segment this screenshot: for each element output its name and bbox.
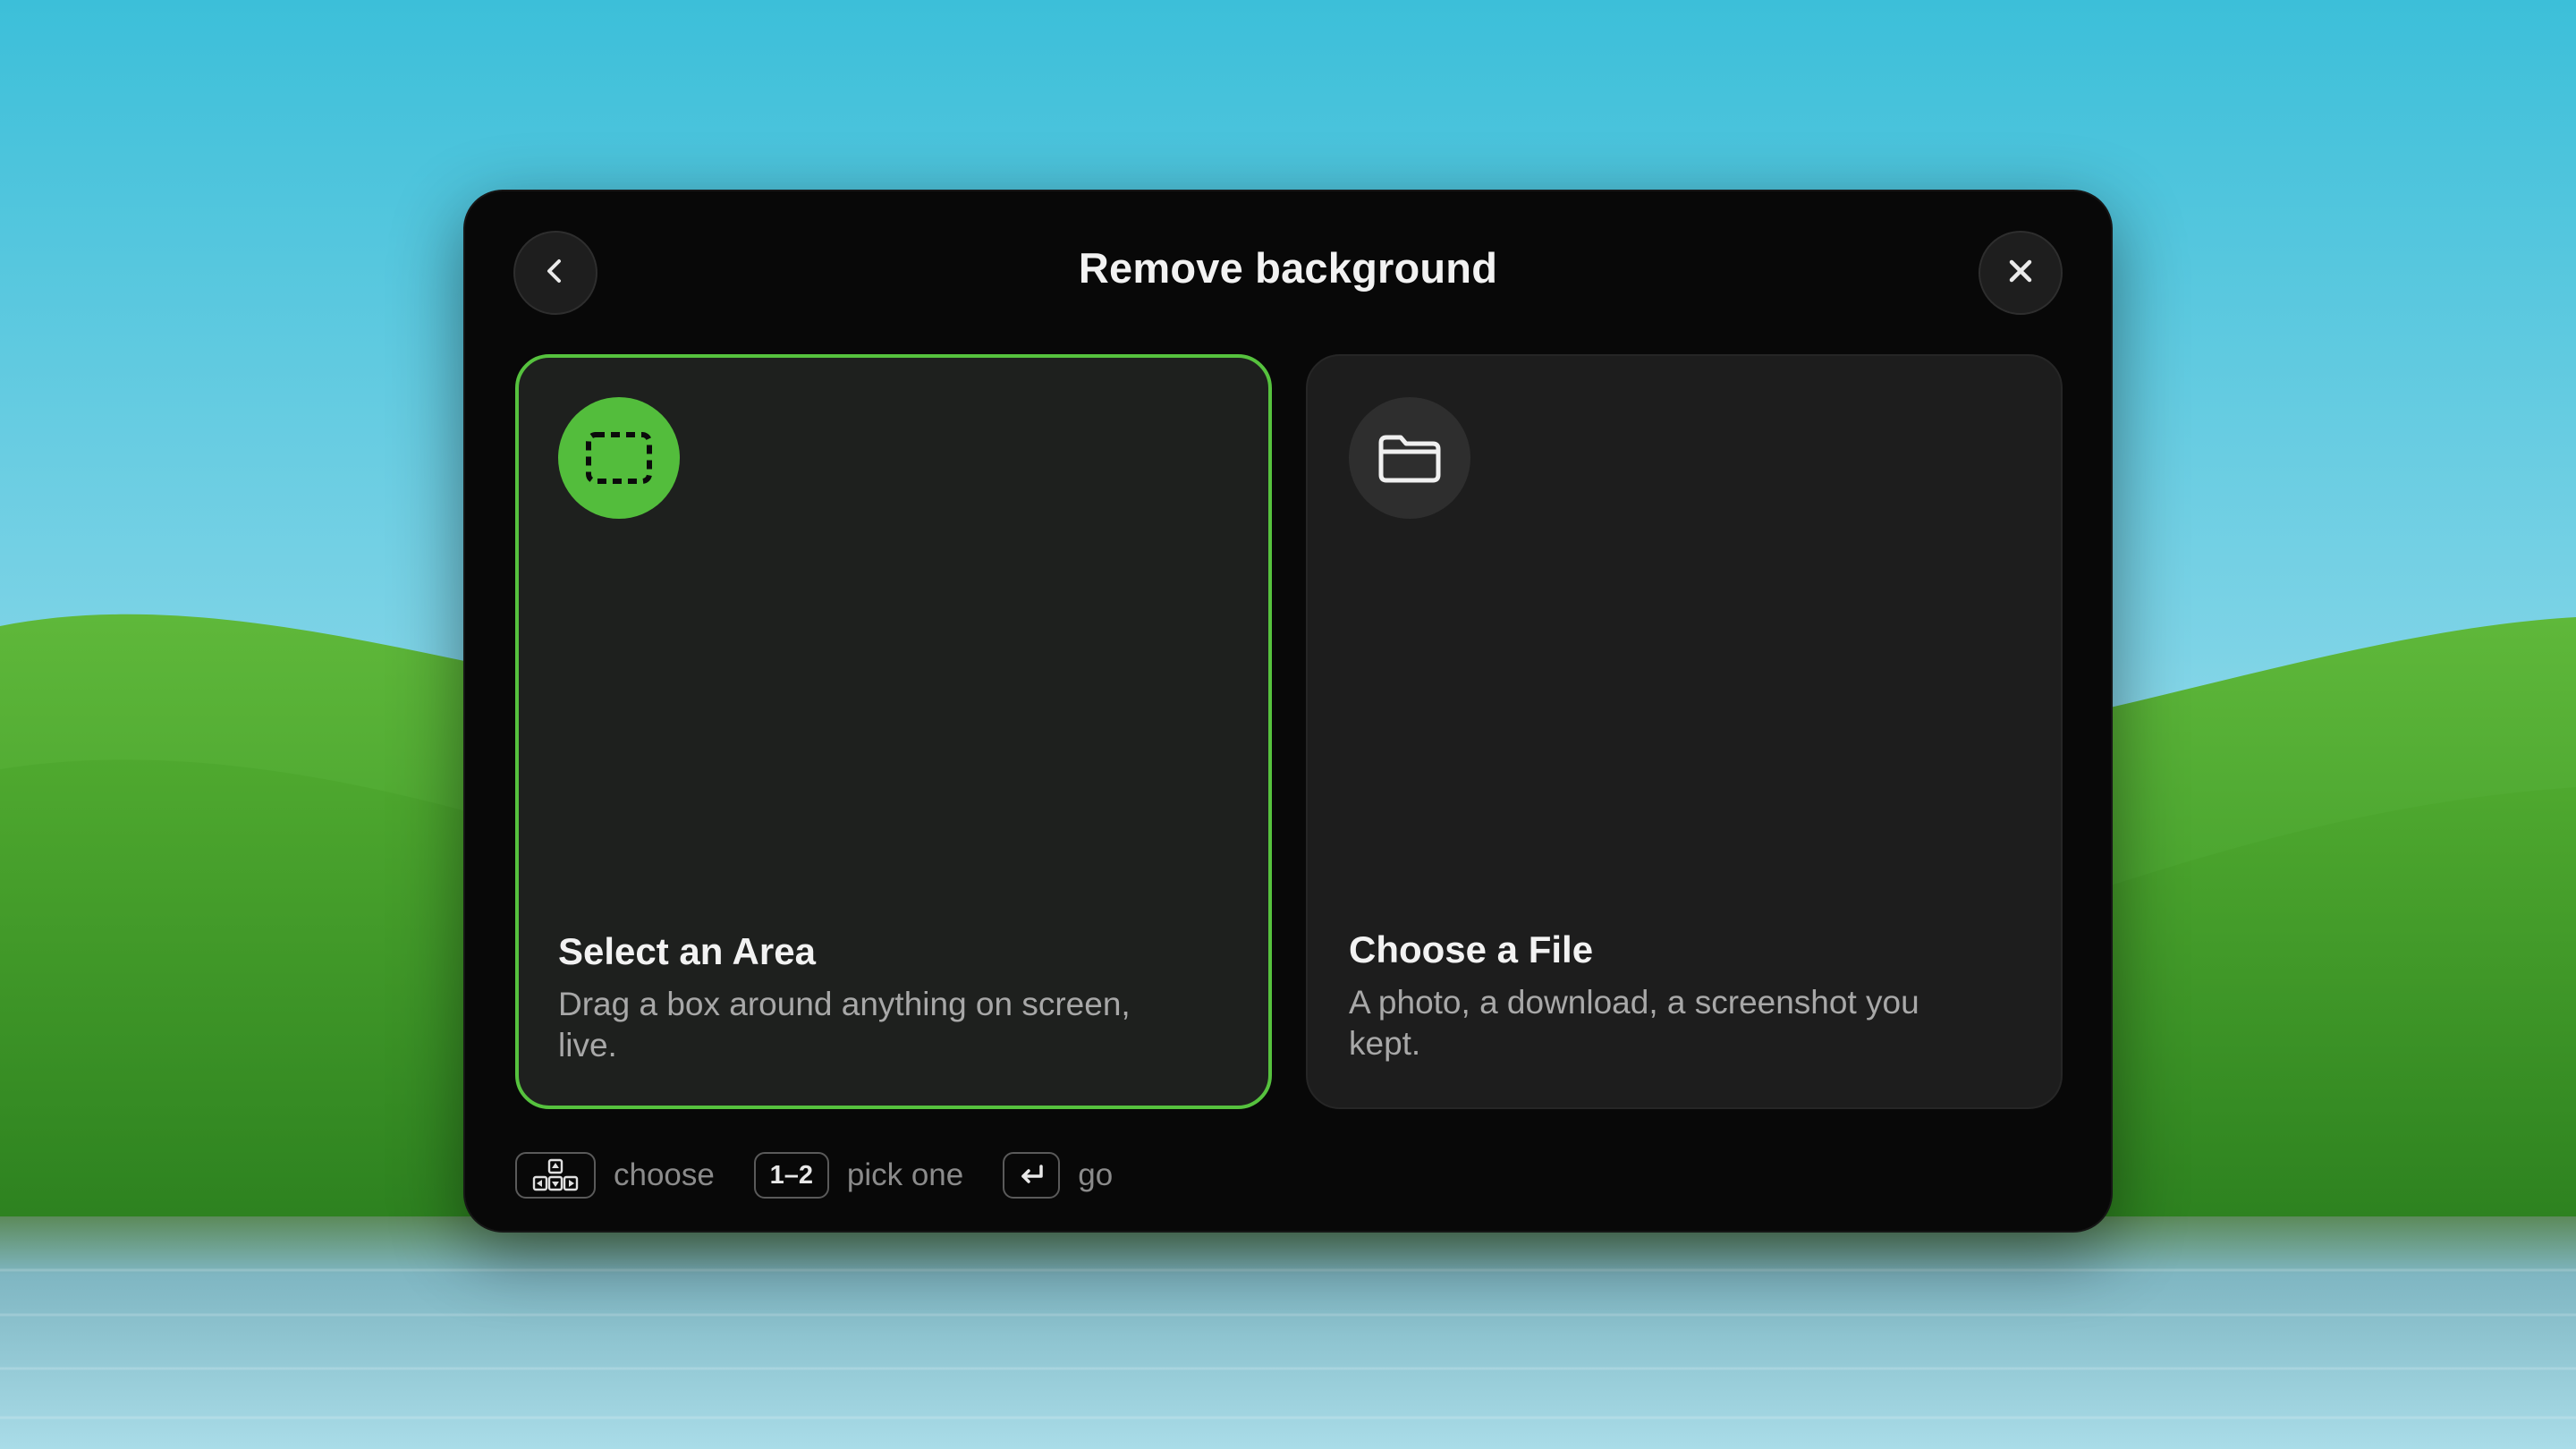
hint-label: go: [1078, 1157, 1114, 1192]
close-button[interactable]: [1979, 231, 2063, 315]
close-icon: [2005, 256, 2036, 291]
keyboard-hints: choose 1–2 pick one go: [515, 1150, 1152, 1200]
selection-marquee-icon: [558, 397, 680, 519]
hint-label: choose: [614, 1157, 715, 1192]
option-description: A photo, a download, a screenshot you ke…: [1349, 984, 1919, 1062]
dialog-title: Remove background: [1078, 244, 1498, 292]
option-title: Choose a File: [1349, 928, 1594, 970]
option-title: Select an Area: [558, 930, 816, 972]
return-key-icon: [1003, 1152, 1061, 1199]
folder-icon: [1349, 397, 1470, 519]
number-keys-badge: 1–2: [753, 1152, 829, 1199]
arrow-keys-icon: [515, 1152, 596, 1199]
option-select-area[interactable]: Select an Area Drag a box around anythin…: [515, 354, 1272, 1109]
option-choose-file[interactable]: Choose a File A photo, a download, a scr…: [1306, 354, 2063, 1109]
hint-label: pick one: [846, 1157, 964, 1192]
remove-background-dialog: Remove background Select an Area Drag a …: [463, 190, 2113, 1233]
option-description: Drag a box around anything on screen, li…: [558, 986, 1131, 1063]
